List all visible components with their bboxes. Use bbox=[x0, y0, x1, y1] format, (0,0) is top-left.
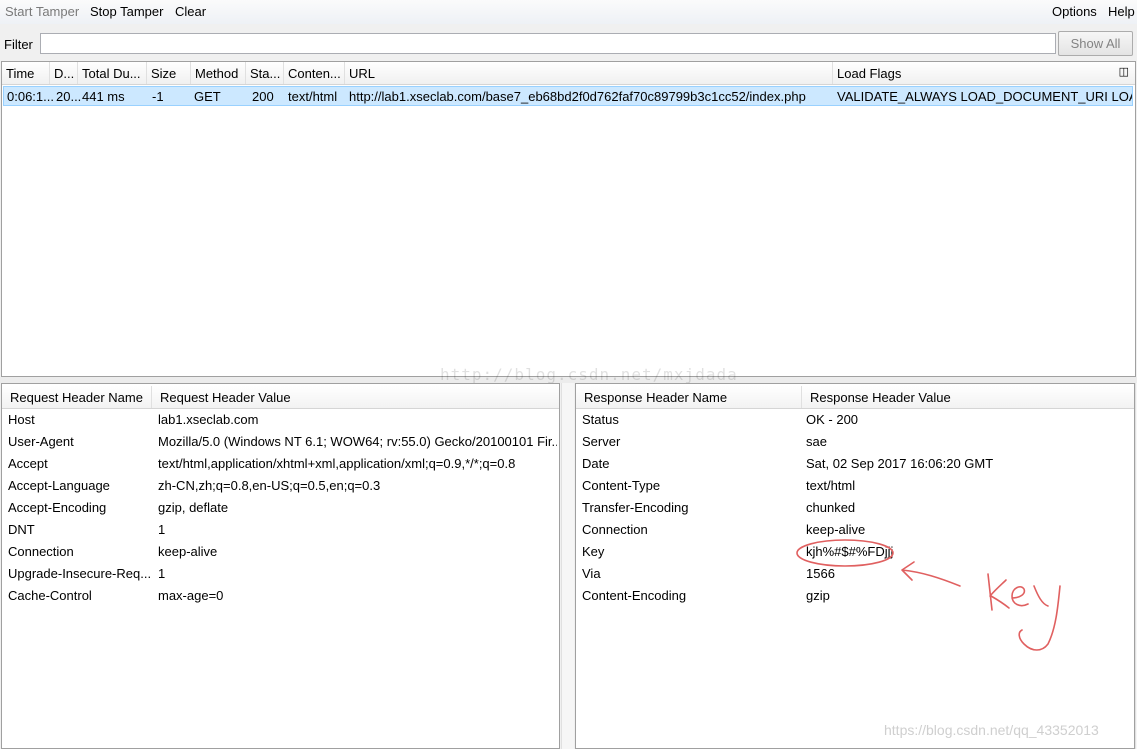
response-header-name: Status bbox=[582, 412, 619, 427]
response-header-name: Transfer-Encoding bbox=[582, 500, 689, 515]
response-header-name: Connection bbox=[582, 522, 648, 537]
request-header-name: Cache-Control bbox=[8, 588, 92, 603]
watermark-bottom-right: https://blog.csdn.net/qq_43352013 bbox=[884, 722, 1099, 738]
request-header-row[interactable]: DNT 1 bbox=[2, 519, 559, 541]
column-duration[interactable]: D... bbox=[50, 62, 78, 84]
filter-input[interactable] bbox=[40, 33, 1056, 54]
response-header-value: OK - 200 bbox=[806, 412, 859, 427]
row-method: GET bbox=[194, 89, 221, 104]
key-highlight-circle bbox=[796, 539, 894, 567]
request-header-value: max-age=0 bbox=[158, 588, 224, 603]
response-header-value: Sat, 02 Sep 2017 16:06:20 GMT bbox=[806, 456, 994, 471]
start-tamper-menu[interactable]: Start Tamper bbox=[5, 4, 79, 19]
request-header-value: 1 bbox=[158, 566, 166, 581]
filter-label: Filter bbox=[4, 37, 33, 52]
handwritten-key-label bbox=[987, 573, 1061, 651]
row-time: 0:06:1... bbox=[7, 89, 53, 104]
column-response-header-name[interactable]: Response Header Name bbox=[576, 386, 802, 408]
request-header-row[interactable]: User-Agent Mozilla/5.0 (Windows NT 6.1; … bbox=[2, 431, 559, 453]
row-size: -1 bbox=[152, 89, 164, 104]
request-header-row[interactable]: Accept-Language zh-CN,zh;q=0.8,en-US;q=0… bbox=[2, 475, 559, 497]
column-size[interactable]: Size bbox=[147, 62, 191, 84]
response-header-row[interactable]: Content-Type text/html bbox=[576, 475, 1134, 497]
request-header-name: Accept bbox=[8, 456, 48, 471]
column-load-flags[interactable]: Load Flags bbox=[833, 62, 1115, 84]
key-annotation-overlay bbox=[796, 539, 1061, 651]
request-header-name: User-Agent bbox=[8, 434, 74, 449]
annotation-arrow-icon bbox=[901, 561, 961, 587]
request-header-name: Connection bbox=[8, 544, 74, 559]
response-header-value: chunked bbox=[806, 500, 856, 515]
column-request-header-value[interactable]: Request Header Value bbox=[152, 386, 559, 408]
row-total-duration: 441 ms bbox=[82, 89, 125, 104]
response-header-name: Server bbox=[582, 434, 621, 449]
request-header-value: zh-CN,zh;q=0.8,en-US;q=0.5,en;q=0.3 bbox=[158, 478, 381, 493]
filter-bar: Filter Show All bbox=[0, 28, 1137, 62]
response-header-row[interactable]: Date Sat, 02 Sep 2017 16:06:20 GMT bbox=[576, 453, 1134, 475]
table-row[interactable]: 0:06:1... 20... 441 ms -1 GET 200 text/h… bbox=[3, 86, 1133, 106]
response-header-name: Key bbox=[582, 544, 605, 559]
request-header-value: 1 bbox=[158, 522, 166, 537]
response-header-row[interactable]: Server sae bbox=[576, 431, 1134, 453]
response-header-row[interactable]: Status OK - 200 bbox=[576, 409, 1134, 431]
request-headers-scrollbar[interactable] bbox=[561, 383, 574, 749]
request-list-header: Time D... Total Du... Size Method Sta...… bbox=[2, 62, 1135, 85]
request-header-name: DNT bbox=[8, 522, 35, 537]
request-header-value: text/html,application/xhtml+xml,applicat… bbox=[158, 456, 516, 471]
menu-bar: Start Tamper Stop Tamper Clear Options H… bbox=[0, 0, 1137, 24]
request-header-row[interactable]: Accept text/html,application/xhtml+xml,a… bbox=[2, 453, 559, 475]
show-all-button[interactable]: Show All bbox=[1058, 31, 1133, 56]
response-header-name: Date bbox=[582, 456, 610, 471]
request-header-row[interactable]: Accept-Encoding gzip, deflate bbox=[2, 497, 559, 519]
request-header-value: gzip, deflate bbox=[158, 500, 229, 515]
response-header-name: Content-Type bbox=[582, 478, 661, 493]
request-header-value: lab1.xseclab.com bbox=[158, 412, 259, 427]
request-header-row[interactable]: Cache-Control max-age=0 bbox=[2, 585, 559, 607]
request-header-name: Host bbox=[8, 412, 35, 427]
column-response-header-value[interactable]: Response Header Value bbox=[802, 386, 1134, 408]
options-menu[interactable]: Options bbox=[1052, 4, 1097, 19]
request-header-value: keep-alive bbox=[158, 544, 218, 559]
request-header-name: Upgrade-Insecure-Req... bbox=[8, 566, 152, 581]
row-duration: 20... bbox=[56, 89, 81, 104]
request-headers-panel: Request Header Name Request Header Value… bbox=[1, 383, 560, 749]
column-total-duration[interactable]: Total Du... bbox=[78, 62, 147, 84]
response-header-value: sae bbox=[806, 434, 827, 449]
request-header-value: Mozilla/5.0 (Windows NT 6.1; WOW64; rv:5… bbox=[158, 434, 557, 449]
stop-tamper-menu[interactable]: Stop Tamper bbox=[90, 4, 163, 19]
row-content-type: text/html bbox=[288, 89, 338, 104]
response-headers-header: Response Header Name Response Header Val… bbox=[576, 386, 1134, 409]
request-header-row[interactable]: Upgrade-Insecure-Req... 1 bbox=[2, 563, 559, 585]
column-status[interactable]: Sta... bbox=[246, 62, 284, 84]
request-header-row[interactable]: Host lab1.xseclab.com bbox=[2, 409, 559, 431]
response-header-name: Content-Encoding bbox=[582, 588, 687, 603]
column-url[interactable]: URL bbox=[345, 62, 833, 84]
column-time[interactable]: Time bbox=[2, 62, 50, 84]
column-picker-icon[interactable]: ◫ bbox=[1119, 66, 1129, 78]
row-status: 200 bbox=[252, 89, 274, 104]
response-header-row[interactable]: Transfer-Encoding chunked bbox=[576, 497, 1134, 519]
column-request-header-name[interactable]: Request Header Name bbox=[2, 386, 152, 408]
request-header-name: Accept-Encoding bbox=[8, 500, 107, 515]
request-headers-header: Request Header Name Request Header Value bbox=[2, 386, 559, 409]
request-list: Time D... Total Du... Size Method Sta...… bbox=[1, 61, 1136, 377]
response-header-name: Via bbox=[582, 566, 601, 581]
help-menu[interactable]: Help bbox=[1108, 4, 1135, 19]
watermark-center: http://blog.csdn.net/mxjdada bbox=[440, 365, 738, 384]
row-load-flags: VALIDATE_ALWAYS LOAD_DOCUMENT_URI LOA... bbox=[837, 89, 1132, 104]
clear-menu[interactable]: Clear bbox=[175, 4, 206, 19]
row-url: http://lab1.xseclab.com/base7_eb68bd2f0d… bbox=[349, 89, 806, 104]
response-header-value: text/html bbox=[806, 478, 856, 493]
request-header-name: Accept-Language bbox=[8, 478, 110, 493]
column-content-type[interactable]: Conten... bbox=[284, 62, 345, 84]
column-method[interactable]: Method bbox=[191, 62, 246, 84]
request-header-row[interactable]: Connection keep-alive bbox=[2, 541, 559, 563]
